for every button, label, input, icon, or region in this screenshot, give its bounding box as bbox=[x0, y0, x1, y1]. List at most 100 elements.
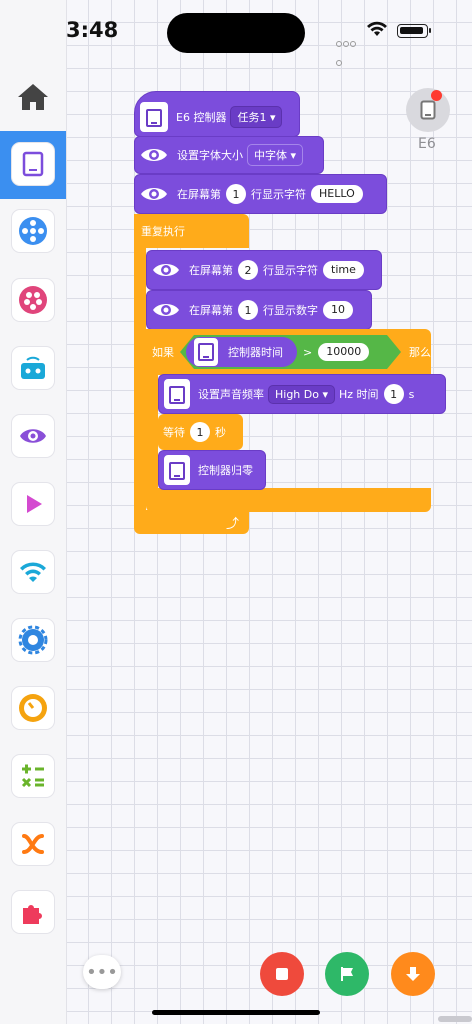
condition-block[interactable]: 控制器时间 > 10000 bbox=[180, 335, 401, 369]
if-arm bbox=[146, 373, 158, 491]
then-label: 那么 bbox=[409, 346, 431, 359]
line2-suffix: 行显示字符 bbox=[263, 264, 318, 277]
gear-icon bbox=[18, 625, 48, 655]
stop-button[interactable] bbox=[260, 952, 304, 996]
category-variables[interactable] bbox=[11, 822, 55, 866]
line2-row-input[interactable]: 2 bbox=[238, 260, 258, 280]
line1-text-input[interactable]: HELLO bbox=[311, 185, 363, 203]
sound-seconds-input[interactable]: 1 bbox=[383, 384, 404, 404]
if-label: 如果 bbox=[152, 346, 174, 359]
task-dropdown[interactable]: 任务1 ▾ bbox=[230, 106, 283, 128]
controller-time-reporter[interactable]: 控制器时间 bbox=[186, 337, 297, 367]
eye-icon bbox=[20, 429, 46, 443]
timer-icon bbox=[19, 694, 47, 722]
light-icon bbox=[19, 286, 47, 314]
puzzle-icon bbox=[23, 905, 42, 924]
eye-icon bbox=[151, 295, 181, 325]
font-size-dropdown[interactable]: 中字体 ▾ bbox=[247, 144, 304, 166]
wait-seconds-input[interactable]: 1 bbox=[190, 422, 210, 442]
line3-suffix: 行显示数字 bbox=[263, 304, 318, 317]
wait-block[interactable]: 等待 1 秒 bbox=[158, 414, 243, 450]
device-connect-button[interactable] bbox=[406, 88, 450, 132]
battery-icon bbox=[397, 24, 431, 38]
category-extensions[interactable] bbox=[11, 890, 55, 934]
horizontal-scrollbar[interactable] bbox=[438, 1016, 472, 1022]
set-font-block[interactable]: 设置字体大小 中字体 ▾ bbox=[134, 136, 324, 174]
run-button[interactable] bbox=[325, 952, 369, 996]
controller-icon bbox=[164, 379, 190, 409]
download-button[interactable] bbox=[391, 952, 435, 996]
line2-text-input[interactable]: time bbox=[323, 261, 364, 279]
category-light[interactable] bbox=[11, 278, 55, 322]
motion-icon bbox=[19, 217, 47, 245]
eye-icon bbox=[151, 255, 181, 285]
sensor-label: 控制器时间 bbox=[228, 346, 283, 359]
line3-number-input[interactable]: 10 bbox=[323, 301, 353, 319]
hat-block[interactable]: E6 控制器 任务1 ▾ bbox=[134, 91, 300, 137]
hat-title: E6 控制器 bbox=[176, 111, 227, 124]
category-math[interactable] bbox=[11, 754, 55, 798]
eye-icon bbox=[139, 140, 169, 170]
controller-reset-block[interactable]: 控制器归零 bbox=[158, 450, 266, 490]
if-block[interactable]: 如果 控制器时间 > 10000 那么 bbox=[146, 329, 431, 375]
line1-suffix: 行显示字符 bbox=[251, 188, 306, 201]
reset-label: 控制器归零 bbox=[198, 464, 253, 477]
category-motion[interactable] bbox=[11, 209, 55, 253]
controller-device-icon bbox=[420, 100, 436, 120]
status-bar: 3:48 bbox=[0, 0, 472, 66]
display-text-block[interactable]: 在屏幕第 1 行显示字符 HELLO bbox=[134, 174, 387, 214]
category-sidebar bbox=[0, 0, 67, 1024]
play-icon bbox=[27, 495, 42, 513]
device-status-dot bbox=[431, 90, 442, 101]
line3-row-input[interactable]: 1 bbox=[238, 300, 258, 320]
line2-prefix: 在屏幕第 bbox=[189, 264, 233, 277]
controller-icon bbox=[164, 455, 190, 485]
math-icon bbox=[21, 764, 44, 788]
wait-unit-label: 秒 bbox=[215, 426, 226, 439]
category-wireless[interactable] bbox=[11, 550, 55, 594]
display-number-block[interactable]: 在屏幕第 1 行显示数字 10 bbox=[146, 290, 372, 330]
device-label: E6 bbox=[418, 136, 436, 152]
note-dropdown[interactable]: High Do ▾ bbox=[268, 384, 336, 404]
display-text-block[interactable]: 在屏幕第 2 行显示字符 time bbox=[146, 250, 382, 290]
line3-prefix: 在屏幕第 bbox=[189, 304, 233, 317]
wifi-status-icon bbox=[367, 21, 387, 36]
loop-arm bbox=[134, 246, 146, 512]
category-sensor[interactable] bbox=[11, 346, 55, 390]
loop-label: 重复执行 bbox=[141, 225, 185, 238]
note-value: High Do bbox=[275, 387, 319, 401]
dynamic-island bbox=[167, 13, 305, 53]
signal-dots-icon bbox=[336, 32, 360, 66]
status-time: 3:48 bbox=[66, 18, 119, 42]
repeat-forever-block[interactable]: 重复执行 bbox=[134, 214, 249, 248]
category-controller[interactable] bbox=[11, 142, 55, 186]
wifi-icon bbox=[20, 562, 46, 582]
wait-label: 等待 bbox=[163, 426, 185, 439]
line1-prefix: 在屏幕第 bbox=[177, 188, 221, 201]
category-display[interactable] bbox=[11, 414, 55, 458]
home-icon[interactable] bbox=[16, 82, 50, 112]
flag-icon bbox=[341, 967, 353, 981]
threshold-input[interactable]: 10000 bbox=[318, 343, 369, 361]
line1-row-input[interactable]: 1 bbox=[226, 184, 246, 204]
stop-icon bbox=[276, 968, 288, 980]
sound-label: 设置声音频率 bbox=[198, 388, 264, 401]
font-size-value: 中字体 bbox=[254, 149, 287, 162]
sound-duration-label: Hz 时间 bbox=[339, 388, 379, 401]
eye-icon bbox=[139, 179, 169, 209]
set-sound-block[interactable]: 设置声音频率 High Do ▾ Hz 时间 1 s bbox=[158, 374, 446, 414]
sound-unit-label: s bbox=[408, 387, 415, 401]
font-label: 设置字体大小 bbox=[177, 149, 243, 162]
controller-icon bbox=[22, 151, 44, 177]
category-timer[interactable] bbox=[11, 686, 55, 730]
controller-icon bbox=[140, 102, 168, 132]
more-button[interactable]: ••• bbox=[83, 955, 121, 989]
download-icon bbox=[406, 967, 420, 981]
category-control[interactable] bbox=[11, 618, 55, 662]
task-value: 任务1 bbox=[237, 111, 267, 124]
operator-label: > bbox=[303, 345, 313, 359]
if-footer bbox=[146, 488, 431, 512]
category-events[interactable] bbox=[11, 482, 55, 526]
home-indicator bbox=[152, 1010, 320, 1015]
sensor-icon bbox=[21, 356, 45, 379]
